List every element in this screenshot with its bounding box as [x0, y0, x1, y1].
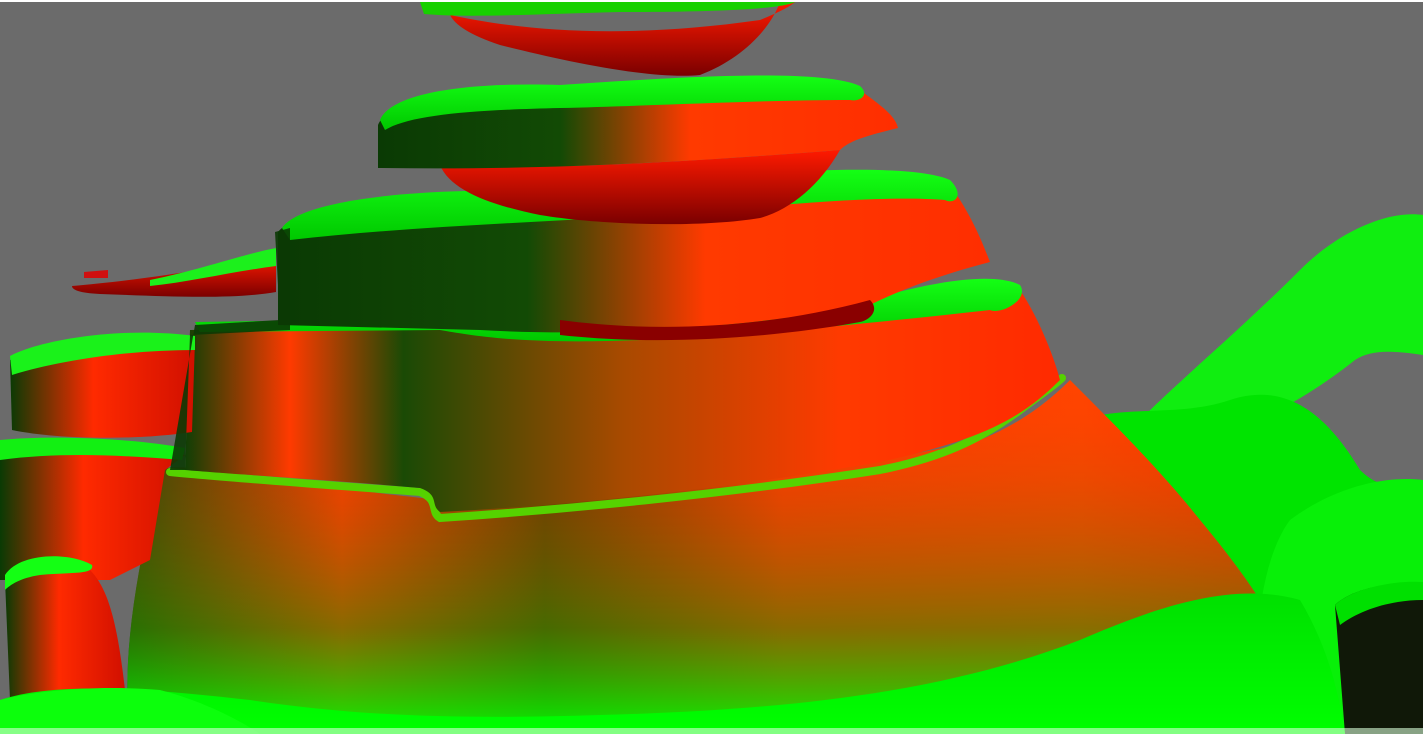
3d-viewport[interactable] — [0, 0, 1423, 734]
viewport-bottom-strip — [0, 728, 1423, 734]
terrain-scene[interactable] — [0, 0, 1423, 734]
